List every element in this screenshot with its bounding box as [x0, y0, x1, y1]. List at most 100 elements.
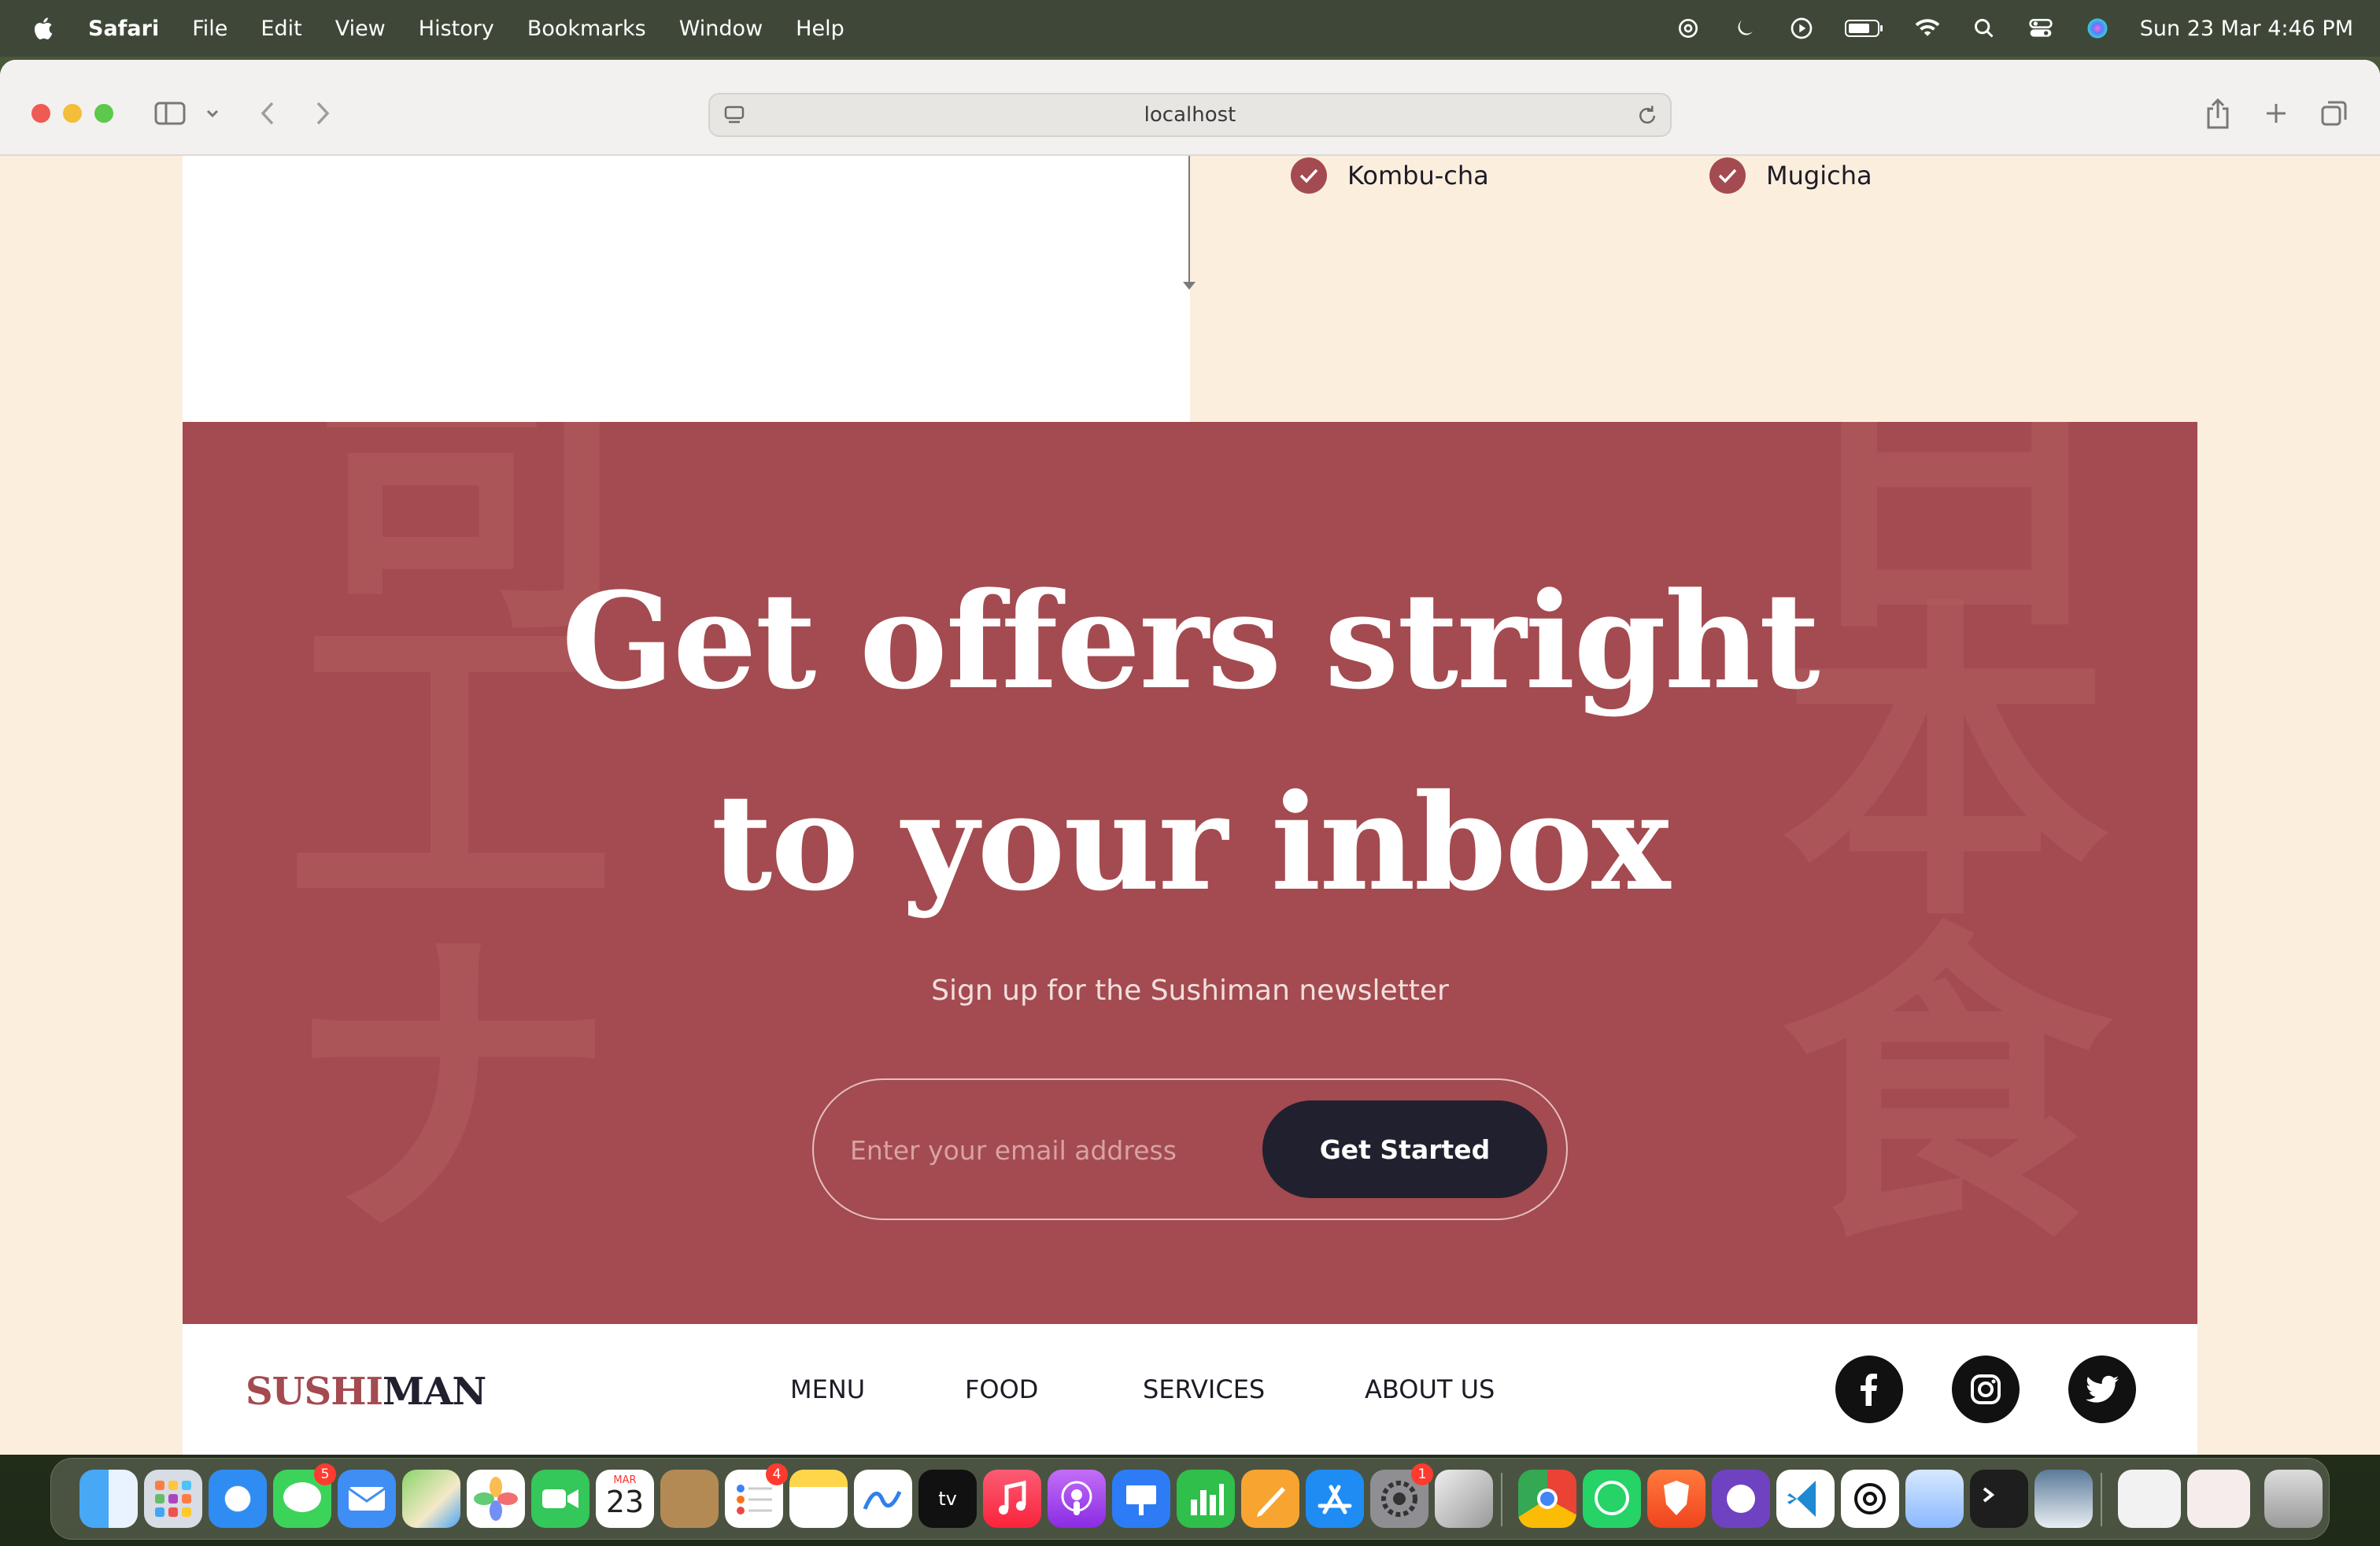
dock-separator: [1501, 1473, 1502, 1526]
newsletter-banner: 司 工 ナ 日 本 食 Get offers stright to your i…: [183, 422, 2197, 1324]
photos-icon[interactable]: [467, 1470, 525, 1528]
url-text: localhost: [1144, 103, 1236, 127]
recent-window-thumbnail[interactable]: [2187, 1470, 2250, 1528]
freeform-icon[interactable]: [854, 1470, 912, 1528]
share-icon[interactable]: [2202, 98, 2234, 129]
calendar-icon[interactable]: MAR 23: [596, 1470, 654, 1528]
drink-item: Mugicha: [1709, 156, 1872, 195]
recent-window-thumbnail[interactable]: [2118, 1470, 2181, 1528]
address-bar[interactable]: localhost: [708, 93, 1672, 137]
check-icon: [1709, 157, 1746, 194]
newsletter-subtitle: Sign up for the Sushiman newsletter: [931, 975, 1449, 1007]
settings-badge: 1: [1411, 1463, 1433, 1485]
site-footer: SUSHIMAN MENU FOOD SERVICES ABOUT US: [183, 1324, 2197, 1455]
check-icon: [1291, 157, 1327, 194]
close-window-button[interactable]: [31, 104, 50, 123]
sidebar-toggle-icon[interactable]: [153, 98, 187, 129]
reminders-icon[interactable]: 4: [725, 1463, 788, 1528]
apple-tv-icon[interactable]: tv: [918, 1470, 977, 1528]
newsletter-headline: Get offers stright to your inbox: [183, 540, 2197, 943]
wifi-icon[interactable]: [1913, 14, 1942, 43]
control-center-icon[interactable]: [2027, 14, 2055, 43]
iphone-mirroring-icon[interactable]: [1435, 1470, 1493, 1528]
chatgpt-status-icon[interactable]: [1674, 14, 1702, 43]
forward-arrow-icon[interactable]: [307, 98, 338, 129]
facebook-icon[interactable]: [1835, 1356, 1903, 1423]
reminders-badge: 4: [766, 1463, 788, 1485]
instagram-icon[interactable]: [1952, 1356, 2020, 1423]
menu-window[interactable]: Window: [679, 17, 763, 41]
drink-item-label: Mugicha: [1766, 161, 1872, 190]
menu-edit[interactable]: Edit: [261, 17, 301, 41]
menubar-clock[interactable]: Sun 23 Mar 4:46 PM: [2140, 17, 2353, 41]
calendar-day: 23: [605, 1485, 645, 1519]
now-playing-icon[interactable]: [1787, 14, 1816, 43]
logo-part-sushi: SUSHI: [246, 1370, 383, 1414]
music-icon[interactable]: [983, 1470, 1041, 1528]
trash-icon[interactable]: [2264, 1470, 2323, 1528]
brave-icon[interactable]: [1647, 1470, 1706, 1528]
chatgpt-icon[interactable]: [1841, 1470, 1899, 1528]
menu-file[interactable]: File: [192, 17, 227, 41]
spotlight-search-icon[interactable]: [1970, 14, 1998, 43]
app-store-icon[interactable]: [1306, 1470, 1364, 1528]
menu-app-name[interactable]: Safari: [88, 17, 159, 41]
finder-icon[interactable]: [79, 1470, 138, 1528]
terminal-icon[interactable]: [1970, 1470, 2028, 1528]
apple-icon[interactable]: [30, 14, 58, 43]
mail-icon[interactable]: [338, 1470, 396, 1528]
twitter-icon[interactable]: [2068, 1356, 2136, 1423]
headline-line-2: to your inbox: [711, 764, 1671, 920]
sushiman-logo[interactable]: SUSHIMAN: [246, 1370, 486, 1414]
launchpad-icon[interactable]: [144, 1470, 202, 1528]
fullscreen-window-button[interactable]: [94, 104, 113, 123]
chevron-down-icon[interactable]: [203, 98, 222, 129]
system-settings-icon[interactable]: 1: [1370, 1463, 1433, 1528]
dock-separator: [2101, 1473, 2102, 1526]
menu-bookmarks[interactable]: Bookmarks: [527, 17, 646, 41]
footer-nav-services[interactable]: SERVICES: [1143, 1374, 1265, 1404]
image-placeholder-panel: [183, 156, 1190, 422]
messages-icon[interactable]: 5: [273, 1463, 336, 1528]
dock: 5 MAR 23 4 tv 1: [50, 1458, 2330, 1540]
contacts-icon[interactable]: [660, 1470, 719, 1528]
page-settings-icon[interactable]: [722, 104, 746, 133]
numbers-icon[interactable]: [1177, 1470, 1235, 1528]
divider-arrow-head: [1183, 282, 1196, 290]
siri-icon[interactable]: [2083, 14, 2112, 43]
reload-icon[interactable]: [1635, 104, 1659, 133]
new-tab-plus-icon[interactable]: [2260, 98, 2292, 129]
pages-icon[interactable]: [1241, 1470, 1299, 1528]
podcasts-icon[interactable]: [1048, 1470, 1106, 1528]
preview-icon[interactable]: [2034, 1470, 2093, 1528]
safari-window: localhost Kombu-cha Mugicha 司 工 ナ 日 本 食 …: [0, 60, 2380, 1455]
minimize-window-button[interactable]: [63, 104, 82, 123]
signup-form: Get Started: [812, 1078, 1568, 1220]
tab-overview-icon[interactable]: [2319, 98, 2350, 129]
github-desktop-icon[interactable]: [1712, 1470, 1770, 1528]
battery-icon[interactable]: [1844, 14, 1885, 43]
footer-nav-menu[interactable]: MENU: [790, 1374, 865, 1404]
footer-nav-food[interactable]: FOOD: [965, 1374, 1038, 1404]
email-input[interactable]: [850, 1124, 1259, 1176]
menu-view[interactable]: View: [335, 17, 386, 41]
safari-compass-icon[interactable]: [209, 1470, 267, 1528]
focus-moon-icon[interactable]: [1731, 14, 1759, 43]
menu-history[interactable]: History: [419, 17, 494, 41]
vscode-icon[interactable]: [1776, 1470, 1835, 1528]
get-started-button[interactable]: Get Started: [1262, 1100, 1547, 1198]
logo-part-man: MAN: [382, 1370, 486, 1414]
footer-nav-about-us[interactable]: ABOUT US: [1365, 1374, 1495, 1404]
passwords-icon[interactable]: [1905, 1470, 1964, 1528]
menu-bar: Safari File Edit View History Bookmarks …: [0, 0, 2380, 57]
menu-help[interactable]: Help: [796, 17, 844, 41]
notes-icon[interactable]: [789, 1470, 848, 1528]
keynote-icon[interactable]: [1112, 1470, 1170, 1528]
maps-icon[interactable]: [402, 1470, 460, 1528]
divider-line: [1188, 156, 1190, 285]
chrome-icon[interactable]: [1518, 1470, 1576, 1528]
whatsapp-icon[interactable]: [1583, 1470, 1641, 1528]
facetime-icon[interactable]: [531, 1470, 589, 1528]
back-arrow-icon[interactable]: [252, 98, 283, 129]
messages-badge: 5: [314, 1463, 336, 1485]
